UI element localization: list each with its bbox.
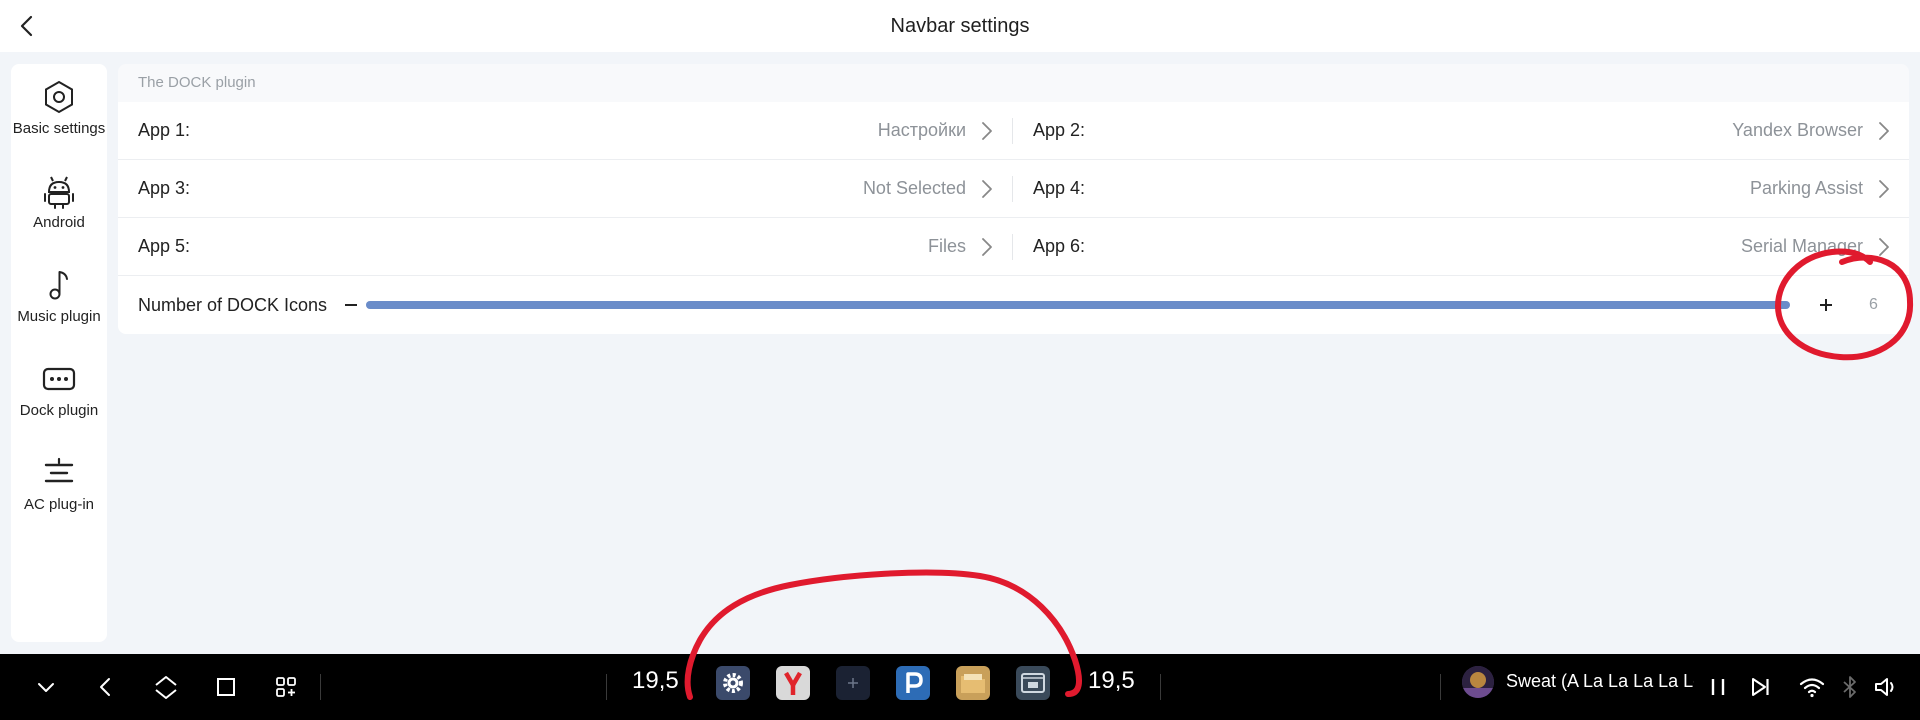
app-2-value: Yandex Browser <box>1732 120 1863 140</box>
chevron-right-icon <box>982 238 992 256</box>
app-row-1: App 1: Настройки App 2: Yandex Browser <box>118 102 1909 160</box>
back-nav-icon[interactable] <box>90 671 122 703</box>
navbar-divider <box>1160 674 1161 700</box>
album-art[interactable] <box>1462 666 1494 698</box>
dock-count-row: Number of DOCK Icons 6 <box>118 276 1909 334</box>
chevron-right-icon <box>1879 238 1889 256</box>
parking-p-icon <box>906 672 923 693</box>
android-robot-icon <box>44 176 74 209</box>
sidebar-item-label: AC plug-in <box>23 496 95 513</box>
chevron-right-icon <box>982 122 992 140</box>
dock-count-value: 6 <box>1869 296 1878 313</box>
bottom-navbar: 19,5 19,5 Sweat (A La La La La Lo <box>0 654 1920 720</box>
music-note-icon <box>49 271 68 300</box>
files-icon[interactable] <box>956 666 990 700</box>
skip-next-icon[interactable] <box>1744 671 1776 703</box>
chevron-down-icon[interactable] <box>30 671 62 703</box>
app-5-label: App 5: <box>138 236 191 256</box>
parking-assist-icon[interactable] <box>896 666 930 700</box>
ac-vent-icon <box>44 457 74 483</box>
app-1-value: Настройки <box>877 120 966 140</box>
sidebar-item-label: Basic settings <box>12 120 106 137</box>
dock-plugin-panel: The DOCK plugin App 1: Настройки App 2: … <box>118 64 1909 336</box>
header-bar: Navbar settings <box>0 0 1920 52</box>
app-6-selector[interactable]: App 6: Serial Manager <box>1013 218 1909 275</box>
app-1-selector[interactable]: App 1: Настройки <box>118 102 1012 159</box>
temperature-right[interactable]: 19,5 <box>1088 654 1135 708</box>
yandex-y-icon <box>784 671 802 695</box>
plus-icon[interactable] <box>1811 290 1841 320</box>
terminal-window-icon <box>1021 673 1045 693</box>
album-art-image <box>1462 666 1494 698</box>
plus-small-icon <box>848 678 858 688</box>
app-6-value: Serial Manager <box>1740 236 1863 256</box>
navbar-divider <box>1440 674 1441 700</box>
app-4-value: Parking Assist <box>1749 178 1863 198</box>
volume-icon[interactable] <box>1870 671 1902 703</box>
navbar-divider <box>320 674 321 700</box>
app-5-selector[interactable]: App 5: Files <box>118 218 1012 275</box>
chevron-right-icon <box>982 180 992 198</box>
bluetooth-icon[interactable] <box>1834 671 1866 703</box>
app-6-label: App 6: <box>1033 236 1086 256</box>
slider-fill <box>366 301 1790 309</box>
recent-apps-icon[interactable] <box>210 671 242 703</box>
app-3-selector[interactable]: App 3: Not Selected <box>118 160 1012 217</box>
app-2-selector[interactable]: App 2: Yandex Browser <box>1013 102 1909 159</box>
app-3-label: App 3: <box>138 178 191 198</box>
app-4-selector[interactable]: App 4: Parking Assist <box>1013 160 1909 217</box>
chevron-right-icon <box>1879 122 1889 140</box>
hexagon-nut-icon <box>45 80 73 114</box>
minus-icon[interactable] <box>336 290 366 320</box>
pause-icon[interactable] <box>1702 671 1734 703</box>
dock-count-label: Number of DOCK Icons <box>138 295 328 315</box>
app-row-3: App 5: Files App 6: Serial Manager <box>118 218 1909 276</box>
app-3-value: Not Selected <box>862 178 966 198</box>
folder-icon <box>961 674 985 693</box>
page-title: Navbar settings <box>890 15 1030 37</box>
navbar-divider <box>606 674 607 700</box>
sidebar-item-ac-plugin[interactable]: AC plug-in <box>11 440 107 526</box>
sidebar-item-android[interactable]: Android <box>11 158 107 244</box>
sidebar-item-dock-plugin[interactable]: Dock plugin <box>11 346 107 432</box>
app-2-label: App 2: <box>1033 120 1086 140</box>
app-1-label: App 1: <box>138 120 191 140</box>
app-4-label: App 4: <box>1033 178 1086 198</box>
all-apps-icon[interactable] <box>270 671 302 703</box>
media-track-title[interactable]: Sweat (A La La La La Lo <box>1506 654 1694 708</box>
home-diamond-icon[interactable] <box>150 671 182 703</box>
dock-count-slider[interactable] <box>366 301 1790 309</box>
serial-manager-icon[interactable] <box>1016 666 1050 700</box>
chevron-right-icon <box>1879 180 1889 198</box>
sidebar-item-basic-settings[interactable]: Basic settings <box>11 64 107 150</box>
dock-dots-icon <box>42 367 76 391</box>
app-5-value: Files <box>927 236 966 256</box>
temperature-left[interactable]: 19,5 <box>632 654 679 708</box>
add-app-icon[interactable] <box>836 666 870 700</box>
app-row-2: App 3: Not Selected App 4: Parking Assis… <box>118 160 1909 218</box>
sidebar-item-music-plugin[interactable]: Music plugin <box>11 252 107 338</box>
sidebar-item-label: Dock plugin <box>19 402 99 419</box>
settings-sidebar: Basic settings Android Music plugin Dock… <box>11 64 107 642</box>
section-title: The DOCK plugin <box>118 64 1909 102</box>
sidebar-item-label: Music plugin <box>17 308 101 325</box>
yandex-browser-icon[interactable] <box>776 666 810 700</box>
sidebar-item-label: Android <box>33 214 85 231</box>
wifi-icon[interactable] <box>1796 671 1828 703</box>
settings-app-icon[interactable] <box>716 666 750 700</box>
gear-icon <box>723 673 743 693</box>
